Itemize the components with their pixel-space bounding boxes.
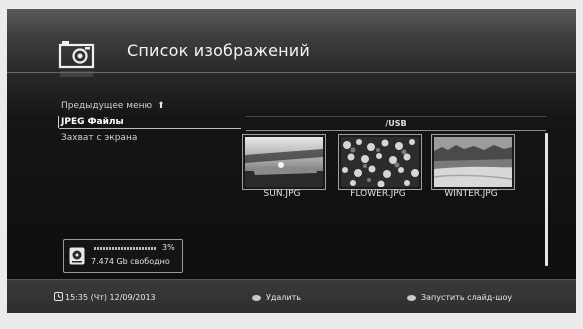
menu-item-label: Предыдущее меню	[61, 101, 153, 111]
header-divider	[7, 72, 576, 73]
footer-bar: 15:35 (Чт) 12/09/2013 Удалить Запустить …	[7, 279, 576, 313]
page-title: Список изображений	[127, 41, 311, 60]
folder-path: /USB	[246, 118, 546, 131]
scrollbar[interactable]	[545, 133, 548, 266]
datetime-display: 15:35 (Чт) 12/09/2013	[65, 293, 156, 302]
hdd-icon	[69, 247, 85, 265]
datetime-text: 15:35 (Чт) 12/09/2013	[65, 293, 156, 302]
file-thumbnail-winter[interactable]	[431, 134, 515, 190]
arrow-up-icon: ⬆	[157, 101, 165, 111]
file-name: WINTER.JPG	[444, 189, 498, 199]
menu-item-previous[interactable]: Предыдущее меню ⬆	[61, 101, 165, 111]
menu-item-label: JPEG Файлы	[61, 117, 124, 127]
file-thumbnail-sun[interactable]	[242, 134, 326, 190]
slideshow-label: Запустить слайд-шоу	[421, 293, 513, 302]
file-thumbnail-flower[interactable]	[338, 134, 422, 190]
tv-screen: Список изображений Предыдущее меню ⬆ JPEG…	[7, 9, 576, 313]
camera-icon	[58, 41, 95, 77]
flower-thumbnail	[341, 137, 419, 187]
delete-button[interactable]: Удалить	[252, 293, 301, 302]
file-name: FLOWER.JPG	[350, 189, 406, 199]
storage-panel: 3% 7.474 Gb свободно	[63, 239, 183, 273]
sun-thumbnail	[245, 137, 323, 187]
menu-item-screen-capture[interactable]: Захват с экрана	[61, 133, 137, 143]
remote-button-icon	[252, 294, 261, 301]
menu-item-jpeg-files[interactable]: JPEG Файлы	[59, 117, 241, 129]
file-name: SUN.JPG	[263, 189, 301, 199]
menu-item-label: Захват с экрана	[61, 133, 138, 143]
header: Список изображений	[7, 9, 576, 77]
storage-percent: 3%	[162, 243, 175, 252]
clock-icon	[54, 292, 63, 301]
start-slideshow-button[interactable]: Запустить слайд-шоу	[407, 293, 512, 302]
storage-usage-bar	[94, 247, 156, 250]
delete-label: Удалить	[266, 293, 301, 302]
divider	[246, 116, 546, 117]
storage-free-space: 7.474 Gb свободно	[91, 257, 170, 266]
remote-button-icon	[407, 294, 416, 301]
winter-thumbnail	[434, 137, 512, 187]
